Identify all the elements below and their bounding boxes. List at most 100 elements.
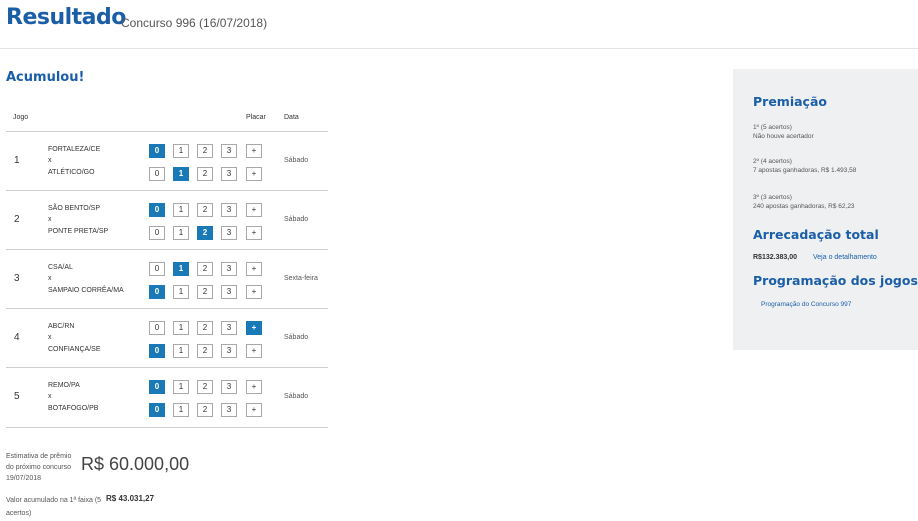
- column-header-jogo: Jogo: [13, 114, 29, 121]
- prize-item: 2º (4 acertos) 7 apostas ganhadoras, R$ …: [753, 157, 856, 175]
- sidebar-panel: Premiação 1º (5 acertos) Não houve acert…: [733, 69, 918, 350]
- home-score-option[interactable]: 1: [173, 380, 189, 394]
- home-score-option[interactable]: 2: [197, 321, 213, 335]
- prize-result: 7 apostas ganhadoras, R$ 1.493,58: [753, 167, 857, 174]
- away-score-option[interactable]: 1: [173, 285, 189, 299]
- match-day: Sábado: [284, 157, 309, 164]
- away-score-option[interactable]: 2: [197, 167, 213, 181]
- game-number: 2: [14, 214, 20, 225]
- game-row: 1 FORTALEZA/CE x ATLÉTICO/GO 0 1 2 3 +0 1 2 3 + Sábad…: [6, 131, 328, 191]
- away-score-option[interactable]: 1: [173, 403, 189, 417]
- home-score-option[interactable]: +: [246, 321, 262, 335]
- home-score-option[interactable]: 2: [197, 380, 213, 394]
- home-score-option[interactable]: 3: [221, 144, 237, 158]
- match-day: Sábado: [284, 216, 309, 223]
- estimate-label: Estimativa de prêmio do próximo concurso…: [6, 453, 72, 482]
- home-score-option[interactable]: 1: [173, 203, 189, 217]
- home-score-option[interactable]: 0: [149, 321, 165, 335]
- home-score-option[interactable]: 3: [221, 262, 237, 276]
- away-score-option[interactable]: 1: [173, 344, 189, 358]
- versus-label: x: [48, 275, 52, 282]
- away-score-option[interactable]: 1: [173, 226, 189, 240]
- prize-item: 1º (5 acertos) Não houve acertador: [753, 123, 814, 141]
- away-score-option[interactable]: 0: [149, 403, 165, 417]
- game-row: 2 SÃO BENTO/SP x PONTE PRETA/SP 0 1 2 3 +0 1 2 3 + Sá…: [6, 190, 328, 250]
- home-score-option[interactable]: 0: [149, 262, 165, 276]
- home-score-option[interactable]: 0: [149, 380, 165, 394]
- game-number: 5: [14, 391, 20, 402]
- estimate-value: R$ 60.000,00: [81, 454, 190, 474]
- match-day: Sexta-feira: [284, 275, 318, 282]
- home-team: ABC/RN: [48, 323, 75, 330]
- game-row: 5 REMO/PA x BOTAFOGO/PB 0 1 2 3 +0 1 2 3 + Sábado: [6, 367, 328, 428]
- home-team: REMO/PA: [48, 382, 80, 389]
- prize-result: Não houve acertador: [753, 133, 814, 140]
- away-score-option[interactable]: 3: [221, 285, 237, 299]
- away-score-option[interactable]: 3: [221, 226, 237, 240]
- away-score-option[interactable]: 3: [221, 344, 237, 358]
- away-score-option[interactable]: 2: [197, 344, 213, 358]
- away-score-option[interactable]: 3: [221, 167, 237, 181]
- away-score-option[interactable]: +: [246, 285, 262, 299]
- prize-result: 240 apostas ganhadoras, R$ 62,23: [753, 203, 855, 210]
- match-day: Sábado: [284, 334, 309, 341]
- game-number: 4: [14, 332, 20, 343]
- home-score-option[interactable]: 2: [197, 144, 213, 158]
- away-team: BOTAFOGO/PB: [48, 405, 99, 412]
- game-number: 1: [14, 155, 20, 166]
- prize-tier: 2º (4 acertos): [753, 158, 792, 165]
- away-team: SAMPAIO CORRÊA/MA: [48, 287, 124, 294]
- versus-label: x: [48, 334, 52, 341]
- away-score-option[interactable]: +: [246, 167, 262, 181]
- match-day: Sábado: [284, 393, 309, 400]
- home-score-option[interactable]: 0: [149, 203, 165, 217]
- accumulated-value: R$ 43.031,27: [106, 494, 155, 503]
- premiacao-heading: Premiação: [753, 94, 827, 109]
- away-score-option[interactable]: 2: [197, 285, 213, 299]
- home-score-option[interactable]: +: [246, 380, 262, 394]
- home-score-option[interactable]: 3: [221, 321, 237, 335]
- arrecadacao-value: R$132.383,00: [753, 254, 797, 261]
- prize-tier: 1º (5 acertos): [753, 124, 792, 131]
- arrecadacao-details-link[interactable]: Veja o detalhamento: [813, 254, 877, 261]
- home-team: FORTALEZA/CE: [48, 146, 101, 153]
- home-score-option[interactable]: 2: [197, 203, 213, 217]
- page-header: Resultado Concurso 996 (16/07/2018): [0, 0, 918, 49]
- home-team: CSA/AL: [48, 264, 73, 271]
- versus-label: x: [48, 216, 52, 223]
- accumulated-label: Valor acumulado na 1ª faixa (5 acertos): [6, 497, 102, 517]
- home-score-option[interactable]: +: [246, 262, 262, 276]
- away-score-option[interactable]: 0: [149, 344, 165, 358]
- away-team: CONFIANÇA/SE: [48, 346, 101, 353]
- home-score-option[interactable]: 3: [221, 380, 237, 394]
- home-score-option[interactable]: +: [246, 144, 262, 158]
- contest-subtitle: Concurso 996 (16/07/2018): [121, 16, 268, 30]
- prize-item: 3º (3 acertos) 240 apostas ganhadoras, R…: [753, 193, 855, 211]
- away-score-option[interactable]: 1: [173, 167, 189, 181]
- away-team: PONTE PRETA/SP: [48, 228, 109, 235]
- away-score-option[interactable]: +: [246, 344, 262, 358]
- home-score-option[interactable]: +: [246, 203, 262, 217]
- home-score-option[interactable]: 2: [197, 262, 213, 276]
- away-score-option[interactable]: 0: [149, 226, 165, 240]
- home-score-option[interactable]: 0: [149, 144, 165, 158]
- programacao-link[interactable]: Programação do Concurso 997: [761, 301, 851, 308]
- game-number: 3: [14, 273, 20, 284]
- programacao-heading: Programação dos jogos: [753, 273, 918, 288]
- home-score-option[interactable]: 1: [173, 262, 189, 276]
- home-score-option[interactable]: 1: [173, 321, 189, 335]
- away-score-option[interactable]: +: [246, 403, 262, 417]
- home-score-option[interactable]: 3: [221, 203, 237, 217]
- game-row: 4 ABC/RN x CONFIANÇA/SE 0 1 2 3 +0 1 2 3 + Sábado: [6, 308, 328, 368]
- column-header-placar: Placar: [246, 114, 266, 121]
- away-score-option[interactable]: 0: [149, 167, 165, 181]
- away-team: ATLÉTICO/GO: [48, 169, 95, 176]
- away-score-option[interactable]: +: [246, 226, 262, 240]
- versus-label: x: [48, 157, 52, 164]
- away-score-option[interactable]: 2: [197, 226, 213, 240]
- home-score-option[interactable]: 1: [173, 144, 189, 158]
- away-score-option[interactable]: 0: [149, 285, 165, 299]
- away-score-option[interactable]: 2: [197, 403, 213, 417]
- arrecadacao-heading: Arrecadação total: [753, 227, 879, 242]
- away-score-option[interactable]: 3: [221, 403, 237, 417]
